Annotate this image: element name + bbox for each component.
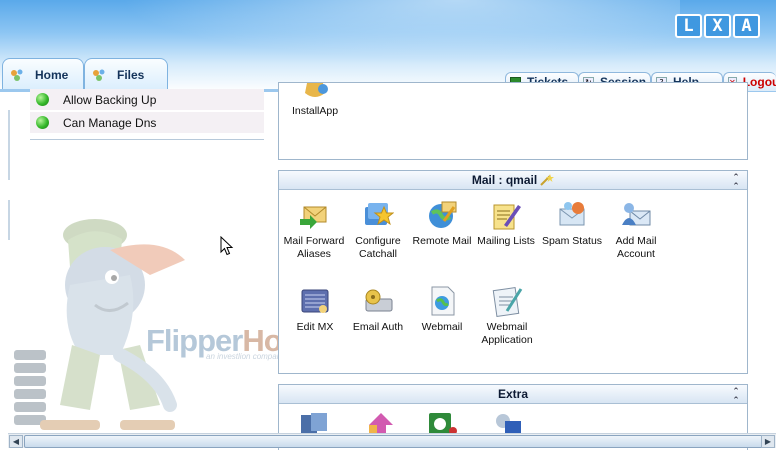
add-mail-account-button[interactable]: Add Mail Account	[600, 199, 672, 261]
lxa-logo: L X A	[675, 14, 760, 38]
app-window: L X A Home Files Tickets ↻ Session ? Hel…	[0, 0, 776, 450]
collapse-icon[interactable]: ⌃ ⌃	[730, 388, 742, 406]
extra-item-2-icon[interactable]	[365, 411, 397, 435]
email-auth-icon	[362, 285, 394, 317]
remote-mail-button[interactable]: Remote Mail	[406, 199, 478, 248]
status-green-icon	[36, 116, 49, 129]
webmail-button[interactable]: Webmail	[406, 285, 478, 334]
install-app-icon	[299, 83, 331, 101]
tab-home[interactable]: Home	[2, 58, 84, 90]
spam-status-button[interactable]: Spam Status	[536, 199, 608, 248]
add-mail-account-icon	[620, 199, 652, 231]
mail-forward-aliases-button[interactable]: Mail Forward Aliases	[278, 199, 350, 261]
files-tab-icon	[91, 67, 107, 83]
logo-letter: X	[704, 14, 731, 38]
scrollbar-thumb[interactable]	[24, 435, 766, 448]
permission-label: Can Manage Dns	[63, 115, 157, 130]
mascot-illustration	[14, 219, 185, 430]
flipperhost-tagline: an investlion company	[206, 352, 286, 361]
logo-letter: L	[675, 14, 702, 38]
mailing-lists-icon	[490, 199, 522, 231]
permission-label: Allow Backing Up	[63, 92, 157, 107]
webmail-icon	[426, 285, 458, 317]
mailing-lists-button[interactable]: Mailing Lists	[470, 199, 542, 248]
status-green-icon	[36, 93, 49, 106]
install-panel: InstallApp	[278, 82, 748, 160]
wand-icon	[540, 174, 555, 186]
panel-title: Extra	[497, 387, 529, 401]
mail-forward-icon	[298, 199, 330, 231]
webmail-application-icon	[491, 285, 523, 317]
extra-item-3-icon[interactable]	[427, 411, 459, 435]
extra-panel-header: Extra ⌃ ⌃	[279, 385, 747, 406]
collapse-icon[interactable]: ⌃ ⌃	[730, 174, 742, 192]
configure-catchall-button[interactable]: Configure Catchall	[342, 199, 414, 261]
edit-mx-button[interactable]: Edit MX	[279, 285, 351, 334]
mail-panel-header: Mail : qmail ⌃ ⌃	[279, 171, 747, 192]
extra-item-4-icon[interactable]	[491, 411, 523, 435]
webmail-application-button[interactable]: Webmail Application	[471, 285, 543, 347]
home-tab-icon	[9, 67, 25, 83]
email-auth-button[interactable]: Email Auth	[342, 285, 414, 334]
panel-title: Mail : qmail	[471, 173, 538, 187]
install-app-button[interactable]: InstallApp	[279, 83, 351, 118]
remote-mail-icon	[426, 199, 458, 231]
extra-item-1-icon[interactable]	[299, 411, 331, 435]
permission-allow-backing-up: Allow Backing Up	[30, 89, 264, 110]
mail-panel: Mail : qmail ⌃ ⌃ Mail Forward Aliases Con…	[278, 170, 748, 374]
catchall-icon	[362, 199, 395, 231]
logo-letter: A	[733, 14, 760, 38]
horizontal-scrollbar[interactable]: ◀ ▶	[8, 433, 776, 448]
edit-mx-icon	[299, 285, 331, 317]
permission-can-manage-dns: Can Manage Dns	[30, 112, 264, 133]
spam-status-icon	[556, 199, 588, 231]
scroll-left-icon[interactable]: ◀	[9, 435, 23, 448]
tab-label: Files	[117, 67, 145, 82]
tab-label: Home	[35, 67, 69, 82]
mouse-cursor-icon	[220, 236, 234, 256]
tab-files[interactable]: Files	[84, 58, 168, 90]
scroll-right-icon[interactable]: ▶	[761, 435, 775, 448]
